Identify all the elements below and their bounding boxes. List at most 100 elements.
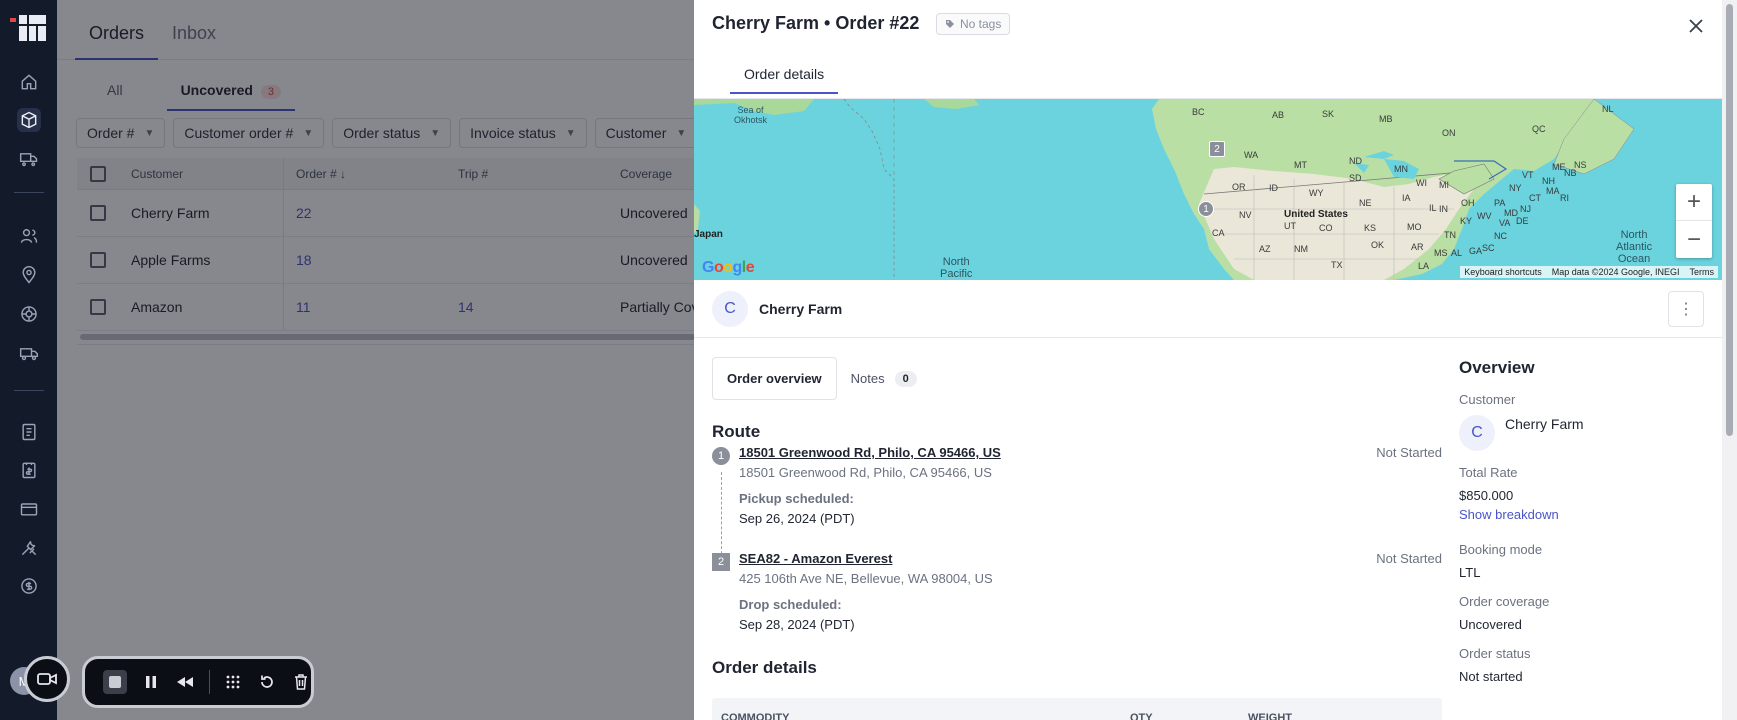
tab-order-details[interactable]: Order details: [730, 66, 839, 94]
google-logo: Google: [702, 259, 755, 276]
stop-number-badge: 1: [712, 447, 730, 465]
trash-icon: [295, 674, 308, 690]
map-state-label: WY: [1309, 188, 1324, 198]
route-stop-1: 1 18501 Greenwood Rd, Philo, CA 95466, U…: [712, 445, 1442, 535]
map-data-text: Map data ©2024 Google, INEGI: [1551, 267, 1680, 277]
show-breakdown-link[interactable]: Show breakdown: [1459, 507, 1699, 522]
map-zoom-controls: + −: [1676, 184, 1712, 258]
tire-icon[interactable]: [17, 302, 41, 326]
tools-icon[interactable]: [17, 536, 41, 560]
map-state-label: MT: [1294, 160, 1307, 170]
overview-customer: C Cherry Farm: [1459, 415, 1699, 451]
map-label-north-atlantic: North Atlantic Ocean: [1616, 229, 1653, 266]
map-state-label: VA: [1499, 218, 1511, 228]
map-state-label: KS: [1364, 223, 1377, 233]
divider: [208, 670, 210, 694]
schedule-label: Pickup scheduled:: [739, 491, 854, 506]
map-state-label: LA: [1418, 261, 1430, 271]
map-state-label: WA: [1244, 150, 1259, 160]
map-state-label: AL: [1451, 248, 1463, 258]
rewind-button[interactable]: [175, 672, 195, 692]
fleet-truck-icon[interactable]: [17, 341, 41, 365]
map-state-label: MI: [1439, 180, 1449, 190]
map-state-label: MB: [1379, 114, 1393, 124]
map-marker-stop-1[interactable]: 1: [1198, 201, 1214, 217]
modal-backdrop[interactable]: [57, 0, 694, 720]
kebab-menu-icon: ⋮: [1678, 301, 1694, 318]
map-marker-stop-2[interactable]: 2: [1209, 141, 1225, 157]
tab-notes[interactable]: Notes 0: [837, 357, 931, 400]
map-state-label: RI: [1560, 193, 1569, 203]
map-state-label: ON: [1442, 128, 1456, 138]
tab-label: Order overview: [727, 371, 822, 386]
stop-location-link[interactable]: SEA82 - Amazon Everest: [739, 551, 892, 566]
map-state-label: NY: [1509, 183, 1522, 193]
map-state-label: IN: [1439, 204, 1448, 214]
restart-button[interactable]: [257, 672, 277, 692]
rewind-icon: [176, 677, 193, 687]
schedule-label: Drop scheduled:: [739, 597, 842, 612]
stop-location-link[interactable]: 18501 Greenwood Rd, Philo, CA 95466, US: [739, 445, 1001, 460]
map-state-label: MN: [1394, 164, 1408, 174]
drawer-tabs: Order details: [694, 57, 1722, 99]
document-icon[interactable]: [17, 420, 41, 444]
tab-order-overview[interactable]: Order overview: [712, 357, 837, 400]
total-rate-label: Total Rate: [1459, 465, 1518, 480]
map-state-label: MA: [1546, 186, 1560, 196]
overview-panel: Overview Customer C Cherry Farm Total Ra…: [1459, 358, 1699, 698]
map-state-label: ID: [1269, 183, 1278, 193]
map-state-label: BC: [1192, 107, 1205, 117]
pause-button[interactable]: [141, 672, 161, 692]
delete-button[interactable]: [291, 672, 311, 692]
route-map[interactable]: Sea of Okhotsk Japan North Pacific Unite…: [694, 99, 1722, 280]
stop-recording-button[interactable]: [103, 670, 127, 694]
grid-button[interactable]: [223, 672, 243, 692]
terms-link[interactable]: Terms: [1690, 267, 1715, 277]
map-landmass: [694, 99, 1635, 280]
booking-mode-value: LTL: [1459, 565, 1481, 580]
map-state-label: AB: [1272, 110, 1285, 120]
col-weight: WEIGHT: [1248, 712, 1292, 720]
restart-icon: [261, 675, 274, 688]
map-state-label: NC: [1494, 231, 1507, 241]
location-pin-icon[interactable]: [17, 263, 41, 287]
map-state-label: SC: [1482, 243, 1495, 253]
stop-address: 425 106th Ave NE, Bellevue, WA 98004, US: [739, 571, 993, 586]
orders-box-icon[interactable]: [17, 108, 41, 132]
map-state-label: MO: [1407, 222, 1422, 232]
order-coverage-value: Uncovered: [1459, 617, 1522, 632]
map-state-label: AZ: [1259, 244, 1271, 254]
order-status-label: Order status: [1459, 646, 1531, 661]
keyboard-shortcuts-link[interactable]: Keyboard shortcuts: [1464, 267, 1542, 277]
map-state-label: UT: [1284, 221, 1296, 231]
close-button[interactable]: [1684, 14, 1708, 38]
billing-dollar-icon[interactable]: [17, 574, 41, 598]
zoom-out-button[interactable]: −: [1676, 221, 1712, 258]
map-state-label: NJ: [1520, 204, 1531, 214]
contacts-icon[interactable]: [17, 224, 41, 248]
app-logo[interactable]: [10, 15, 46, 41]
order-status-value: Not started: [1459, 669, 1523, 684]
card-icon[interactable]: [17, 497, 41, 521]
map-state-label: SK: [1322, 109, 1335, 119]
col-qty: QTY: [1130, 712, 1153, 720]
zoom-in-button[interactable]: +: [1676, 184, 1712, 221]
map-state-label: NE: [1359, 198, 1372, 208]
tags-button[interactable]: No tags: [936, 13, 1011, 35]
order-coverage-label: Order coverage: [1459, 594, 1550, 609]
map-state-label: NV: [1239, 210, 1252, 220]
map-label-japan: Japan: [694, 229, 723, 240]
customer-header: C Cherry Farm ⋮: [694, 280, 1722, 338]
drawer-scrollbar-thumb[interactable]: [1726, 4, 1733, 436]
map-label-north-pacific: North Pacific: [940, 256, 973, 280]
camera-toggle[interactable]: [24, 656, 70, 702]
map-state-label: DE: [1516, 216, 1529, 226]
dispatch-truck-icon[interactable]: [17, 146, 41, 170]
invoice-icon[interactable]: [17, 458, 41, 482]
map-state-label: OR: [1232, 182, 1246, 192]
more-options-button[interactable]: ⋮: [1668, 291, 1704, 327]
customer-avatar: C: [712, 291, 748, 327]
home-icon[interactable]: [17, 70, 41, 94]
order-drawer: Cherry Farm • Order #22 No tags Order de…: [694, 0, 1722, 720]
map-label-united-states: United States: [1284, 209, 1348, 220]
